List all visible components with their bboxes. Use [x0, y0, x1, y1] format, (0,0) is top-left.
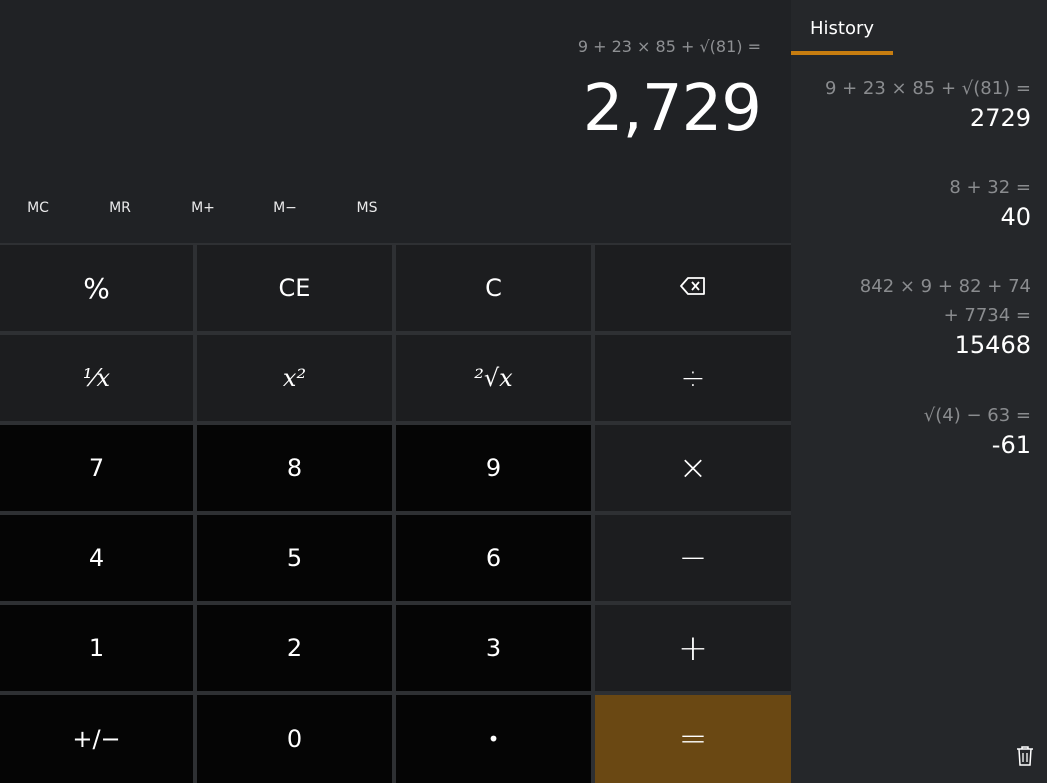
tab-history[interactable]: History	[791, 18, 893, 39]
digit-3-button[interactable]: 3	[396, 605, 591, 691]
clear-entry-button[interactable]: CE	[197, 245, 392, 331]
clear-button[interactable]: C	[396, 245, 591, 331]
digit-2-button[interactable]: 2	[197, 605, 392, 691]
history-expression: 9 + 23 × 85 + √(81) =	[824, 78, 1031, 99]
decimal-button[interactable]: •	[396, 695, 591, 783]
history-panel: History 9 + 23 × 85 + √(81) = 2729 8 + 3…	[791, 0, 1047, 783]
trash-icon	[1015, 746, 1035, 771]
digit-8-button[interactable]: 8	[197, 425, 392, 511]
history-item[interactable]: 8 + 32 = 40	[811, 173, 1031, 232]
history-item[interactable]: √(4) − 63 = -61	[811, 401, 1031, 460]
digit-4-button[interactable]: 4	[0, 515, 193, 601]
backspace-button[interactable]	[595, 245, 791, 331]
keypad: % CE C ⅟x x² ²√x ÷ 7 8 9 × 4 5 6 − 1 2 3…	[0, 243, 791, 783]
multiply-button[interactable]: ×	[595, 425, 791, 511]
square-root-button[interactable]: ²√x	[396, 335, 591, 421]
memory-subtract-button[interactable]: M−	[250, 193, 320, 223]
memory-add-button[interactable]: M+	[168, 193, 238, 223]
divide-button[interactable]: ÷	[595, 335, 791, 421]
digit-5-button[interactable]: 5	[197, 515, 392, 601]
percent-button[interactable]: %	[0, 245, 193, 331]
digit-0-button[interactable]: 0	[197, 695, 392, 783]
square-button[interactable]: x²	[197, 335, 392, 421]
calculator-app: 9 + 23 × 85 + √(81) = 2,729 MC MR M+ M− …	[0, 0, 1047, 783]
history-result: 15468	[954, 331, 1031, 359]
memory-store-button[interactable]: MS	[332, 193, 402, 223]
history-result: 2729	[969, 104, 1031, 132]
digit-7-button[interactable]: 7	[0, 425, 193, 511]
history-result: 40	[1000, 203, 1031, 231]
backspace-icon	[680, 276, 706, 300]
subtract-button[interactable]: −	[595, 515, 791, 601]
history-expression: √(4) − 63 =	[923, 405, 1031, 426]
negate-button[interactable]: +/−	[0, 695, 193, 783]
history-item[interactable]: 842 × 9 + 82 + 74 + 7734 = 15468	[841, 272, 1031, 360]
reciprocal-button[interactable]: ⅟x	[0, 335, 193, 421]
digit-9-button[interactable]: 9	[396, 425, 591, 511]
digit-1-button[interactable]: 1	[0, 605, 193, 691]
digit-6-button[interactable]: 6	[396, 515, 591, 601]
tab-history-indicator	[791, 51, 893, 55]
history-expression: 842 × 9 + 82 + 74 + 7734 =	[859, 276, 1031, 326]
clear-history-button[interactable]	[1015, 745, 1035, 767]
result-display: 2,729	[582, 72, 762, 146]
memory-clear-button[interactable]: MC	[3, 193, 73, 223]
memory-bar: MC MR M+ M− MS	[0, 193, 791, 223]
history-expression: 8 + 32 =	[949, 177, 1031, 198]
add-button[interactable]: +	[595, 605, 791, 691]
history-item[interactable]: 9 + 23 × 85 + √(81) = 2729	[811, 74, 1031, 133]
history-result: -61	[991, 431, 1031, 459]
memory-recall-button[interactable]: MR	[85, 193, 155, 223]
equals-button[interactable]: =	[595, 695, 791, 783]
calculator-panel: 9 + 23 × 85 + √(81) = 2,729 MC MR M+ M− …	[0, 0, 791, 783]
expression-display: 9 + 23 × 85 + √(81) =	[577, 37, 761, 56]
